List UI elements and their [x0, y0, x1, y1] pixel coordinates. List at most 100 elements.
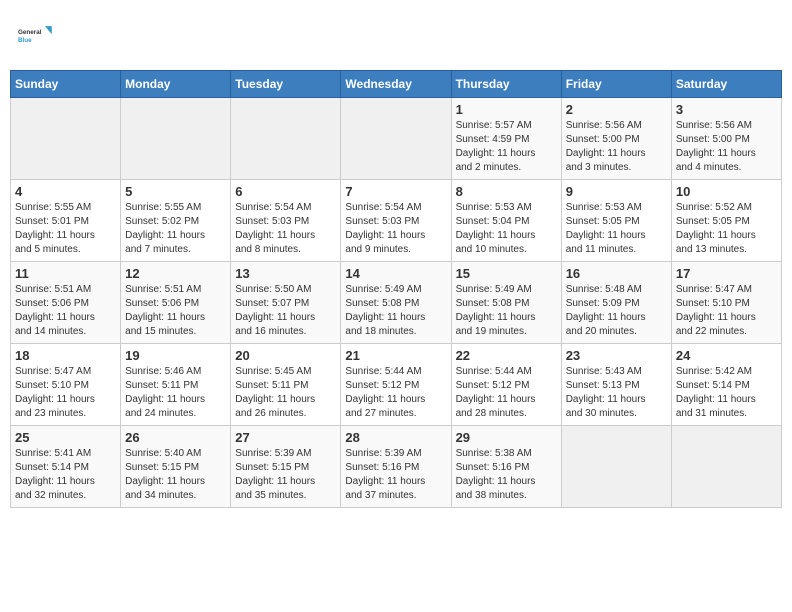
weekday-header-cell: Sunday: [11, 71, 121, 98]
day-number: 21: [345, 348, 446, 363]
day-number: 5: [125, 184, 226, 199]
day-info: Sunrise: 5:56 AM Sunset: 5:00 PM Dayligh…: [566, 119, 667, 175]
day-info: Sunrise: 5:39 AM Sunset: 5:16 PM Dayligh…: [345, 447, 446, 503]
day-info: Sunrise: 5:45 AM Sunset: 5:11 PM Dayligh…: [235, 365, 336, 421]
day-info: Sunrise: 5:49 AM Sunset: 5:08 PM Dayligh…: [345, 283, 446, 339]
day-info: Sunrise: 5:38 AM Sunset: 5:16 PM Dayligh…: [456, 447, 557, 503]
page-header: GeneralBlue: [10, 10, 782, 62]
calendar-table: SundayMondayTuesdayWednesdayThursdayFrid…: [10, 70, 782, 508]
calendar-cell: 6Sunrise: 5:54 AM Sunset: 5:03 PM Daylig…: [231, 180, 341, 262]
day-info: Sunrise: 5:52 AM Sunset: 5:05 PM Dayligh…: [676, 201, 777, 257]
day-number: 12: [125, 266, 226, 281]
calendar-week-row: 1 Sunrise: 5:57 AM Sunset: 4:59 PM Daylig…: [11, 98, 782, 180]
calendar-cell: 10 Sunrise: 5:52 AM Sunset: 5:05 PM Dayli…: [671, 180, 781, 262]
weekday-header-cell: Saturday: [671, 71, 781, 98]
day-info: Sunrise: 5:47 AM Sunset: 5:10 PM Dayligh…: [15, 365, 116, 421]
calendar-cell: 20Sunrise: 5:45 AM Sunset: 5:11 PM Dayli…: [231, 344, 341, 426]
calendar-week-row: 4 Sunrise: 5:55 AM Sunset: 5:01 PM Daylig…: [11, 180, 782, 262]
day-info: Sunrise: 5:44 AM Sunset: 5:12 PM Dayligh…: [345, 365, 446, 421]
day-number: 14: [345, 266, 446, 281]
calendar-week-row: 11 Sunrise: 5:51 AM Sunset: 5:06 PM Dayli…: [11, 262, 782, 344]
day-number: 25: [15, 430, 116, 445]
calendar-cell: 21 Sunrise: 5:44 AM Sunset: 5:12 PM Dayli…: [341, 344, 451, 426]
day-number: 6: [235, 184, 336, 199]
day-number: 19: [125, 348, 226, 363]
day-info: Sunrise: 5:40 AM Sunset: 5:15 PM Dayligh…: [125, 447, 226, 503]
calendar-cell: 2 Sunrise: 5:56 AM Sunset: 5:00 PM Daylig…: [561, 98, 671, 180]
calendar-cell: 27Sunrise: 5:39 AM Sunset: 5:15 PM Dayli…: [231, 426, 341, 508]
calendar-cell: [671, 426, 781, 508]
calendar-cell: [231, 98, 341, 180]
day-number: 24: [676, 348, 777, 363]
calendar-cell: 19Sunrise: 5:46 AM Sunset: 5:11 PM Dayli…: [121, 344, 231, 426]
day-info: Sunrise: 5:43 AM Sunset: 5:13 PM Dayligh…: [566, 365, 667, 421]
day-info: Sunrise: 5:44 AM Sunset: 5:12 PM Dayligh…: [456, 365, 557, 421]
day-info: Sunrise: 5:56 AM Sunset: 5:00 PM Dayligh…: [676, 119, 777, 175]
day-number: 28: [345, 430, 446, 445]
weekday-header-cell: Tuesday: [231, 71, 341, 98]
calendar-cell: 28 Sunrise: 5:39 AM Sunset: 5:16 PM Dayli…: [341, 426, 451, 508]
calendar-week-row: 25 Sunrise: 5:41 AM Sunset: 5:14 PM Dayli…: [11, 426, 782, 508]
weekday-header-cell: Thursday: [451, 71, 561, 98]
calendar-cell: 9Sunrise: 5:53 AM Sunset: 5:05 PM Daylig…: [561, 180, 671, 262]
day-number: 4: [15, 184, 116, 199]
calendar-cell: 11 Sunrise: 5:51 AM Sunset: 5:06 PM Dayli…: [11, 262, 121, 344]
calendar-cell: 7Sunrise: 5:54 AM Sunset: 5:03 PM Daylig…: [341, 180, 451, 262]
calendar-week-row: 18 Sunrise: 5:47 AM Sunset: 5:10 PM Dayli…: [11, 344, 782, 426]
calendar-body: 1 Sunrise: 5:57 AM Sunset: 4:59 PM Daylig…: [11, 98, 782, 508]
calendar-cell: [341, 98, 451, 180]
calendar-cell: 14 Sunrise: 5:49 AM Sunset: 5:08 PM Dayli…: [341, 262, 451, 344]
day-info: Sunrise: 5:57 AM Sunset: 4:59 PM Dayligh…: [456, 119, 557, 175]
day-number: 2: [566, 102, 667, 117]
day-info: Sunrise: 5:50 AM Sunset: 5:07 PM Dayligh…: [235, 283, 336, 339]
calendar-cell: 1 Sunrise: 5:57 AM Sunset: 4:59 PM Daylig…: [451, 98, 561, 180]
day-number: 11: [15, 266, 116, 281]
day-number: 29: [456, 430, 557, 445]
day-number: 18: [15, 348, 116, 363]
calendar-cell: 29 Sunrise: 5:38 AM Sunset: 5:16 PM Dayli…: [451, 426, 561, 508]
weekday-header-cell: Monday: [121, 71, 231, 98]
day-number: 15: [456, 266, 557, 281]
day-number: 1: [456, 102, 557, 117]
day-info: Sunrise: 5:48 AM Sunset: 5:09 PM Dayligh…: [566, 283, 667, 339]
day-info: Sunrise: 5:41 AM Sunset: 5:14 PM Dayligh…: [15, 447, 116, 503]
day-number: 23: [566, 348, 667, 363]
day-number: 10: [676, 184, 777, 199]
day-info: Sunrise: 5:39 AM Sunset: 5:15 PM Dayligh…: [235, 447, 336, 503]
title-area: [766, 10, 782, 26]
calendar-cell: 25 Sunrise: 5:41 AM Sunset: 5:14 PM Dayli…: [11, 426, 121, 508]
day-number: 26: [125, 430, 226, 445]
calendar-cell: [121, 98, 231, 180]
day-number: 22: [456, 348, 557, 363]
logo: GeneralBlue: [10, 10, 62, 62]
calendar-cell: 26 Sunrise: 5:40 AM Sunset: 5:15 PM Dayli…: [121, 426, 231, 508]
calendar-cell: 16 Sunrise: 5:48 AM Sunset: 5:09 PM Dayli…: [561, 262, 671, 344]
day-info: Sunrise: 5:53 AM Sunset: 5:04 PM Dayligh…: [456, 201, 557, 257]
day-info: Sunrise: 5:51 AM Sunset: 5:06 PM Dayligh…: [15, 283, 116, 339]
calendar-cell: [11, 98, 121, 180]
calendar-cell: 18 Sunrise: 5:47 AM Sunset: 5:10 PM Dayli…: [11, 344, 121, 426]
calendar-cell: 17 Sunrise: 5:47 AM Sunset: 5:10 PM Dayli…: [671, 262, 781, 344]
svg-text:Blue: Blue: [18, 37, 32, 44]
day-info: Sunrise: 5:49 AM Sunset: 5:08 PM Dayligh…: [456, 283, 557, 339]
calendar-cell: 3 Sunrise: 5:56 AM Sunset: 5:00 PM Daylig…: [671, 98, 781, 180]
calendar-cell: 24 Sunrise: 5:42 AM Sunset: 5:14 PM Dayli…: [671, 344, 781, 426]
calendar-cell: [561, 426, 671, 508]
calendar-cell: 23 Sunrise: 5:43 AM Sunset: 5:13 PM Dayli…: [561, 344, 671, 426]
calendar-cell: 13Sunrise: 5:50 AM Sunset: 5:07 PM Dayli…: [231, 262, 341, 344]
day-number: 16: [566, 266, 667, 281]
day-info: Sunrise: 5:51 AM Sunset: 5:06 PM Dayligh…: [125, 283, 226, 339]
day-number: 9: [566, 184, 667, 199]
day-number: 17: [676, 266, 777, 281]
day-info: Sunrise: 5:55 AM Sunset: 5:02 PM Dayligh…: [125, 201, 226, 257]
day-number: 8: [456, 184, 557, 199]
weekday-header-row: SundayMondayTuesdayWednesdayThursdayFrid…: [11, 71, 782, 98]
calendar-cell: 5 Sunrise: 5:55 AM Sunset: 5:02 PM Daylig…: [121, 180, 231, 262]
day-info: Sunrise: 5:42 AM Sunset: 5:14 PM Dayligh…: [676, 365, 777, 421]
calendar-cell: 22 Sunrise: 5:44 AM Sunset: 5:12 PM Dayli…: [451, 344, 561, 426]
svg-text:General: General: [18, 29, 42, 36]
day-info: Sunrise: 5:47 AM Sunset: 5:10 PM Dayligh…: [676, 283, 777, 339]
day-number: 3: [676, 102, 777, 117]
calendar-cell: 4 Sunrise: 5:55 AM Sunset: 5:01 PM Daylig…: [11, 180, 121, 262]
day-info: Sunrise: 5:55 AM Sunset: 5:01 PM Dayligh…: [15, 201, 116, 257]
